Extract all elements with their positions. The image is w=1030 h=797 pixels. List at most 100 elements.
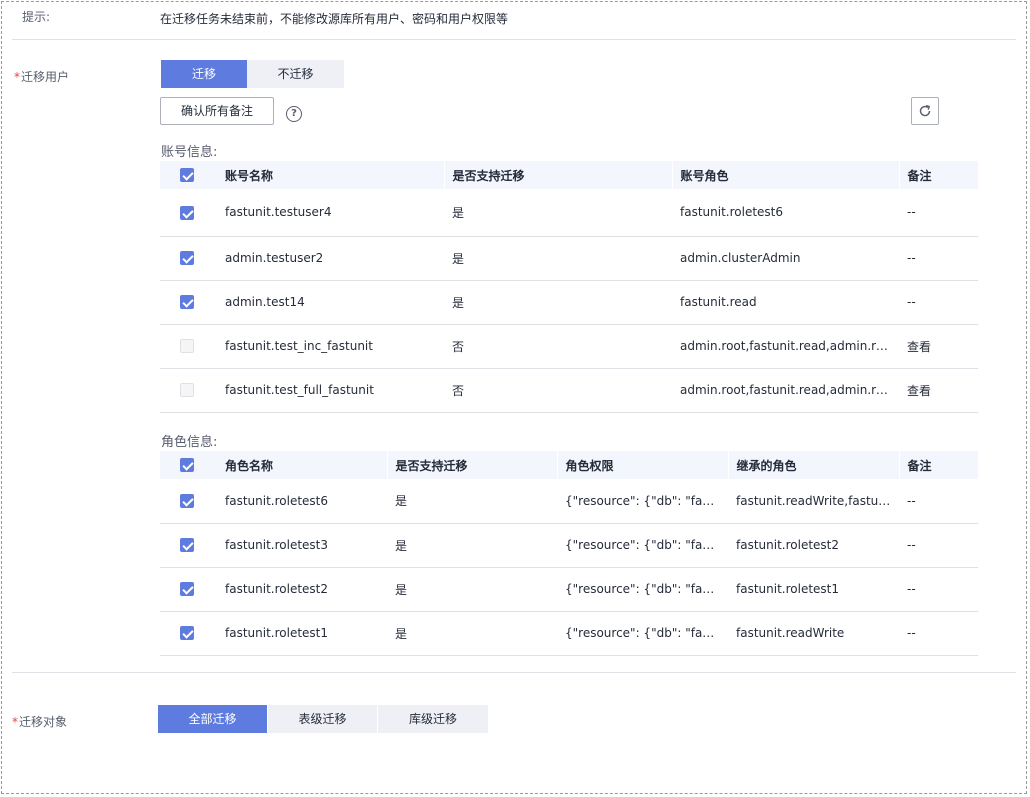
col-inherited-roles: 继承的角色 <box>727 451 899 479</box>
table-row: fastunit.roletest2 是 {"resource": {"db": "… <box>160 567 978 612</box>
col-role-name: 角色名称 <box>217 451 387 479</box>
hint-label: 提示: <box>22 10 51 24</box>
note-text: -- <box>899 567 978 612</box>
row-select-cell[interactable] <box>160 567 217 612</box>
role-privileges: {"resource": {"db": "fastu... <box>557 567 728 612</box>
note-text: -- <box>899 479 978 524</box>
row-select-cell[interactable] <box>160 280 217 325</box>
divider <box>12 672 1016 673</box>
col-support: 是否支持迁移 <box>443 161 672 189</box>
col-account-role: 账号角色 <box>671 161 899 189</box>
divider <box>12 39 1016 40</box>
view-link[interactable]: 查看 <box>899 368 978 413</box>
migrate-users-label: *迁移用户 <box>14 70 70 84</box>
object-option-database[interactable]: 库级迁移 <box>378 705 488 733</box>
checkbox[interactable] <box>180 458 194 473</box>
inherited-roles: fastunit.readWrite <box>728 611 899 656</box>
table-row: fastunit.roletest3 是 {"resource": {"db": "… <box>160 523 978 568</box>
row-select-cell[interactable] <box>160 236 217 281</box>
row-select-cell[interactable] <box>160 324 217 369</box>
checkbox[interactable] <box>180 295 194 310</box>
row-select-cell[interactable] <box>160 368 217 413</box>
checkbox <box>180 383 194 398</box>
select-all-roles[interactable] <box>160 451 217 479</box>
checkbox[interactable] <box>180 251 194 266</box>
note-text: -- <box>899 236 978 281</box>
note-text: -- <box>899 523 978 568</box>
question-circle-icon[interactable]: ? <box>286 106 302 122</box>
accounts-header-row: 账号名称 是否支持迁移 账号角色 备注 <box>160 161 978 189</box>
col-note: 备注 <box>898 451 978 479</box>
refresh-button[interactable] <box>911 97 939 125</box>
confirm-all-notes-button[interactable]: 确认所有备注 <box>160 97 274 125</box>
support-status: 是 <box>387 479 557 524</box>
row-select-cell[interactable] <box>160 611 217 656</box>
hint-text: 在迁移任务未结束前，不能修改源库所有用户、密码和用户权限等 <box>160 12 509 26</box>
account-role: fastunit.read <box>672 280 899 325</box>
role-name: fastunit.roletest1 <box>217 611 387 656</box>
support-status: 是 <box>387 523 557 568</box>
role-privileges: {"resource": {"db": "fastu... <box>557 611 728 656</box>
col-role-privileges: 角色权限 <box>556 451 728 479</box>
checkbox[interactable] <box>180 168 194 183</box>
account-name: fastunit.test_full_fastunit <box>217 368 444 413</box>
migrate-objects-label: *迁移对象 <box>12 715 68 729</box>
role-privileges: {"resource": {"db": "fastu... <box>557 523 728 568</box>
roles-table: 角色名称 是否支持迁移 角色权限 继承的角色 备注 fastunit.rolet… <box>160 451 978 656</box>
support-status: 是 <box>444 280 672 325</box>
roles-header-row: 角色名称 是否支持迁移 角色权限 继承的角色 备注 <box>160 451 978 479</box>
object-option-table[interactable]: 表级迁移 <box>268 705 377 733</box>
checkbox[interactable] <box>180 205 194 220</box>
role-name: fastunit.roletest2 <box>217 567 387 612</box>
note-text: -- <box>899 611 978 656</box>
support-status: 否 <box>444 324 672 369</box>
inherited-roles: fastunit.readWrite,fastuni... <box>728 479 899 524</box>
migrate-option-no[interactable]: 不迁移 <box>247 60 344 88</box>
note-text: -- <box>899 280 978 325</box>
note-text: -- <box>899 189 978 237</box>
support-status: 是 <box>444 236 672 281</box>
table-row: fastunit.testuser4 是 fastunit.roletest6 -- <box>160 189 978 237</box>
table-row: fastunit.test_inc_fastunit 否 admin.root,fa… <box>160 324 978 369</box>
table-row: admin.testuser2 是 admin.clusterAdmin -- <box>160 236 978 281</box>
row-select-cell[interactable] <box>160 479 217 524</box>
account-name: fastunit.test_inc_fastunit <box>217 324 444 369</box>
checkbox[interactable] <box>180 494 194 508</box>
table-row: fastunit.test_full_fastunit 否 admin.root,f… <box>160 368 978 413</box>
col-note: 备注 <box>898 161 978 189</box>
accounts-table: 账号名称 是否支持迁移 账号角色 备注 fastunit.testuser4 是 f… <box>160 161 978 413</box>
table-row: fastunit.roletest6 是 {"resource": {"db": "… <box>160 479 978 524</box>
inherited-roles: fastunit.roletest2 <box>728 523 899 568</box>
account-name: admin.testuser2 <box>217 236 444 281</box>
col-support: 是否支持迁移 <box>386 451 557 479</box>
checkbox[interactable] <box>180 582 194 597</box>
support-status: 否 <box>444 368 672 413</box>
checkbox[interactable] <box>180 626 194 641</box>
table-row: admin.test14 是 fastunit.read -- <box>160 280 978 325</box>
row-select-cell[interactable] <box>160 189 217 237</box>
support-status: 是 <box>444 189 672 237</box>
col-account-name: 账号名称 <box>217 161 444 189</box>
checkbox <box>180 339 194 354</box>
accounts-title: 账号信息: <box>161 145 218 160</box>
support-status: 是 <box>387 567 557 612</box>
account-role: admin.root,fastunit.read,admin.read... <box>672 368 899 413</box>
role-name: fastunit.roletest3 <box>217 523 387 568</box>
inherited-roles: fastunit.roletest1 <box>728 567 899 612</box>
table-row: fastunit.roletest1 是 {"resource": {"db": "… <box>160 611 978 656</box>
migrate-option-yes[interactable]: 迁移 <box>161 60 247 88</box>
account-name: admin.test14 <box>217 280 444 325</box>
account-name: fastunit.testuser4 <box>217 189 444 237</box>
role-name: fastunit.roletest6 <box>217 479 387 524</box>
object-option-all[interactable]: 全部迁移 <box>158 705 267 733</box>
role-privileges: {"resource": {"db": "fastu... <box>557 479 728 524</box>
checkbox[interactable] <box>180 538 194 553</box>
account-role: admin.clusterAdmin <box>672 236 899 281</box>
view-link[interactable]: 查看 <box>899 324 978 369</box>
select-all-accounts[interactable] <box>160 161 217 189</box>
row-select-cell[interactable] <box>160 523 217 568</box>
support-status: 是 <box>387 611 557 656</box>
roles-title: 角色信息: <box>161 435 218 450</box>
account-role: fastunit.roletest6 <box>672 189 899 237</box>
account-role: admin.root,fastunit.read,admin.read... <box>672 324 899 369</box>
